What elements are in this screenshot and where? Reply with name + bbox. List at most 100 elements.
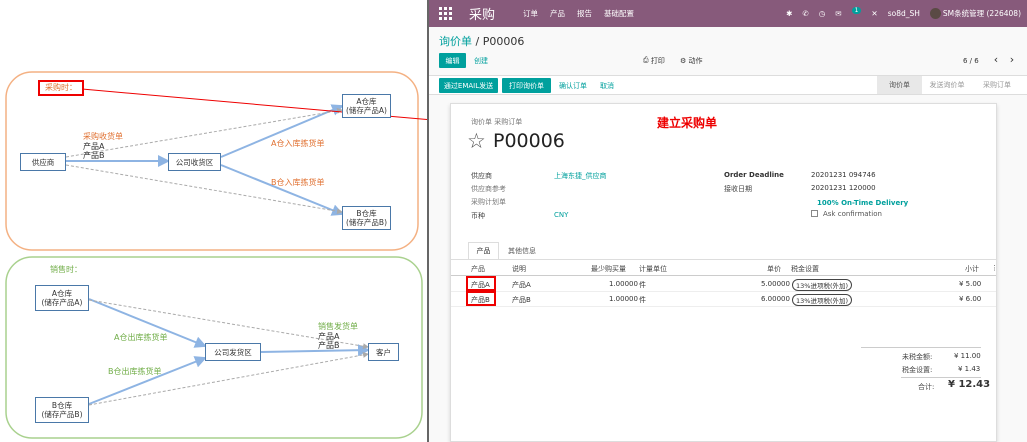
stage-purchase-order[interactable]: 采购订单 (972, 76, 1022, 94)
vendor-ref-label: 供应商参考 (471, 185, 506, 193)
deadline-label: Order Deadline (724, 171, 784, 179)
highlight-product-a (466, 276, 496, 291)
warehouse-b-node: B仓库 (储存产品B) (342, 206, 391, 230)
breadcrumb-parent[interactable]: 询价单 (439, 35, 472, 48)
close-icon[interactable]: ✕ (871, 9, 877, 18)
tax-tag[interactable]: 13%进项税(外加) (792, 294, 853, 306)
tax-amount: ¥ 1.43 (958, 365, 981, 373)
action-menu[interactable]: ⚙ 动作 (680, 53, 703, 68)
line-qty[interactable]: 1.00000 (609, 280, 638, 288)
menu-config[interactable]: 基础配置 (604, 8, 634, 19)
phone-icon[interactable]: ✆ (802, 9, 808, 18)
highlight-product-b (466, 291, 496, 306)
line-qty[interactable]: 1.00000 (609, 295, 638, 303)
customer-node: 客户 (368, 343, 399, 361)
company-switcher[interactable]: so8d_SH (888, 9, 920, 18)
warehouse-a-name: A仓库 (356, 97, 377, 106)
tab-other-info[interactable]: 其他信息 (501, 242, 543, 259)
sales-warehouse-b-desc: (储存产品B) (41, 410, 83, 419)
star-icon[interactable]: ☆ (467, 129, 486, 153)
status-bar: 通过EMAIL发送 打印询价单 确认订单 取消 询价单 发送询价单 采购订单 (429, 75, 1027, 95)
untaxed-label: 未税金额: (902, 353, 933, 361)
deadline-field[interactable]: 20201231 094746 (811, 171, 876, 179)
col-subtotal: 小计 (965, 265, 979, 273)
breadcrumb-separator: / (472, 35, 483, 48)
form-sheet: 询价单 采购订单 ☆ P00006 建立采购单 供应商 上海东捷_供应商 供应商… (450, 103, 998, 442)
b-inbound-label: B仓入库拣货单 (271, 178, 325, 187)
row-divider (451, 306, 996, 307)
requisition-label: 采购计划单 (471, 198, 506, 206)
send-email-button[interactable]: 通过EMAIL发送 (439, 78, 498, 93)
gear-icon: ⚙ (680, 56, 689, 65)
line-price[interactable]: 6.00000 (761, 295, 790, 303)
currency-field[interactable]: CNY (554, 211, 568, 219)
action-label: 动作 (688, 56, 703, 65)
print-menu[interactable]: ⎙ 打印 (643, 53, 665, 68)
sales-warehouse-a-name: A仓库 (51, 289, 73, 298)
a-inbound-label: A仓入库拣货单 (271, 139, 325, 148)
sales-warehouse-b-name: B仓库 (51, 401, 73, 410)
confirm-order-button[interactable]: 确认订单 (554, 78, 592, 93)
print-icon: ⎙ (643, 56, 651, 64)
chat-count-badge: 1 (851, 7, 862, 14)
line-uom[interactable]: 件 (639, 280, 646, 290)
tax-tag[interactable]: 13%进项税(外加) (792, 279, 853, 291)
supplier-node: 供应商 (20, 153, 66, 171)
ask-confirmation-label: Ask confirmation (823, 210, 882, 218)
line-uom[interactable]: 件 (639, 295, 646, 305)
warehouse-b-desc: (储存产品B) (346, 218, 387, 227)
purchase-receipt-label: 采购收货单 (83, 132, 123, 141)
avatar (929, 8, 941, 20)
stage-rfq-sent[interactable]: 发送询价单 (922, 76, 972, 94)
line-description[interactable]: 产品B (512, 295, 531, 305)
callout-title: 建立采购单 (657, 116, 718, 130)
receiving-area-node: 公司收货区 (168, 153, 221, 171)
pager-prev-icon[interactable]: ‹ (990, 52, 1002, 67)
chat-icon[interactable]: ✉ 1 (835, 7, 862, 18)
apps-menu-icon[interactable] (439, 6, 453, 21)
purchase-product-b: 产品B (83, 151, 105, 160)
bug-icon[interactable]: ✱ (786, 9, 792, 18)
vendor-field[interactable]: 上海东捷_供应商 (554, 171, 607, 181)
line-description[interactable]: 产品A (512, 280, 531, 290)
sales-warehouse-b-node: B仓库 (储存产品B) (35, 397, 89, 423)
receipt-date-field[interactable]: 20201231 120000 (811, 184, 876, 192)
currency-label: 币种 (471, 212, 485, 220)
a-outbound-label: A仓出库拣货单 (114, 333, 168, 342)
app-title[interactable]: 采购 (469, 4, 495, 23)
sales-product-b: 产品B (318, 341, 340, 350)
create-button[interactable]: 创建 (471, 53, 491, 68)
col-uom: 计量单位 (639, 265, 667, 273)
sales-warehouse-a-desc: (储存产品A) (41, 298, 83, 307)
line-price[interactable]: 5.00000 (761, 280, 790, 288)
tab-products[interactable]: 产品 (468, 242, 499, 259)
user-name: SM条统管理 (226408) (942, 8, 1021, 18)
po-name: P00006 (493, 130, 565, 152)
on-time-delivery: 100% On-Time Delivery (817, 199, 909, 207)
cancel-button[interactable]: 取消 (595, 78, 619, 93)
pager-value[interactable]: 6 / 6 (963, 53, 979, 68)
line-subtotal: ¥ 5.00 (959, 280, 982, 288)
warehouse-a-desc: (储存产品A) (346, 106, 387, 115)
user-menu[interactable]: SM条统管理 (226408) (929, 8, 1021, 20)
edit-button[interactable]: 编辑 (439, 53, 466, 68)
sales-warehouse-a-node: A仓库 (储存产品A) (35, 285, 89, 311)
total-label: 合计: (918, 383, 935, 391)
delivery-label: 销售发货单 (318, 322, 358, 331)
row-divider (451, 291, 996, 292)
menu-orders[interactable]: 订单 (523, 8, 538, 19)
flow-diagram: 采购时： 采购收货单 产品A 产品B 供应商 公司收货区 A仓入库拣货单 B仓入… (0, 0, 427, 442)
untaxed-amount: ¥ 11.00 (954, 352, 981, 360)
ask-confirmation-checkbox[interactable] (811, 210, 818, 217)
total-amount: ¥ 12.43 (948, 379, 991, 390)
menu-products[interactable]: 产品 (550, 8, 565, 19)
stage-rfq[interactable]: 询价单 (877, 76, 922, 94)
menu-reports[interactable]: 报告 (577, 8, 592, 19)
clock-icon[interactable]: ◷ (819, 9, 826, 18)
print-rfq-button[interactable]: 打印询价单 (502, 78, 551, 93)
pager-next-icon[interactable]: › (1006, 52, 1018, 67)
tab-divider (451, 259, 996, 260)
print-label: 打印 (650, 56, 665, 65)
column-options-icon[interactable]: ⋮ (991, 264, 998, 272)
totals-divider (861, 347, 981, 348)
